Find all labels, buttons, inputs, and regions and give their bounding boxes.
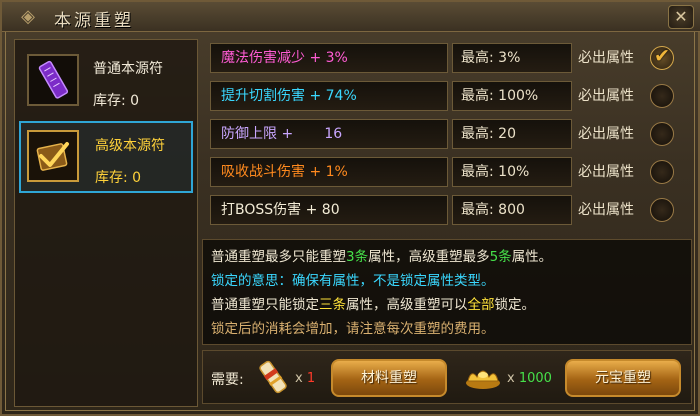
item-stock-label: 库存:	[93, 93, 126, 109]
window-title: 本源重塑	[54, 11, 134, 31]
attribute-tag: 必出属性	[578, 88, 634, 104]
attribute-name: 防御上限 + 16	[210, 119, 448, 149]
attribute-tag: 必出属性	[578, 202, 634, 218]
lock-checkbox[interactable]	[650, 160, 674, 184]
lock-checkbox[interactable]	[650, 122, 674, 146]
checkmark-icon: ✔	[654, 45, 670, 67]
ingot-quantity: x 1000	[507, 371, 552, 386]
item-card-advanced[interactable]: 高级本源符 库存: 0	[19, 121, 193, 193]
item-stock: 库存: 0	[93, 90, 139, 110]
info-line: 普通重塑最多只能重塑3条属性，高级重塑最多5条属性。	[211, 249, 553, 265]
scroll-material-icon	[257, 357, 289, 397]
attribute-tag: 必出属性	[578, 164, 634, 180]
info-line: 普通重塑只能锁定三条属性，高级重塑可以全部锁定。	[211, 297, 535, 313]
attribute-row: 打BOSS伤害 + 80 最高: 800 必出属性	[202, 191, 682, 229]
purple-talisman-icon	[27, 54, 79, 106]
item-stock-label: 库存:	[95, 170, 128, 186]
dragon-ornament-icon: ◈	[21, 6, 35, 27]
need-label: 需要:	[211, 372, 244, 388]
item-stock-value: 0	[132, 170, 142, 186]
attribute-row: 防御上限 + 16 最高: 20 必出属性	[202, 115, 682, 153]
item-card-normal[interactable]: 普通本源符 库存: 0	[19, 46, 193, 118]
attribute-row: 吸收战斗伤害 + 1% 最高: 10% 必出属性	[202, 153, 682, 191]
attribute-max: 最高: 3%	[452, 43, 572, 73]
info-line: 锁定后的消耗会增加，请注意每次重塑的费用。	[211, 321, 495, 337]
attribute-row: 提升切割伤害 + 74% 最高: 100% 必出属性	[202, 77, 682, 115]
attribute-name: 吸收战斗伤害 + 1%	[210, 157, 448, 187]
attribute-row: 魔法伤害减少 + 3% 最高: 3% 必出属性 ✔	[202, 39, 682, 77]
item-stock: 库存: 0	[95, 167, 141, 187]
attribute-name: 提升切割伤害 + 74%	[210, 81, 448, 111]
attribute-list: 魔法伤害减少 + 3% 最高: 3% 必出属性 ✔ 提升切割伤害 + 74% 最…	[202, 39, 692, 234]
gold-talisman-icon	[27, 130, 79, 182]
material-reshape-button[interactable]: 材料重塑	[331, 359, 447, 397]
reshape-window: ◈ 本源重塑 ✕ 普通本源符 库存: 0 高级本源符 库存: 0 魔法伤害减少 …	[0, 0, 700, 416]
attribute-tag: 必出属性	[578, 126, 634, 142]
lock-checkbox[interactable]	[650, 198, 674, 222]
gold-ingot-icon	[463, 363, 503, 391]
item-name: 普通本源符	[93, 61, 163, 77]
lock-checkbox[interactable]	[650, 84, 674, 108]
close-button[interactable]: ✕	[668, 5, 694, 29]
attribute-max: 最高: 10%	[452, 157, 572, 187]
info-line: 锁定的意思：确保有属性，不是锁定属性类型。	[211, 273, 495, 289]
item-stock-value: 0	[130, 93, 140, 109]
attribute-max: 最高: 20	[452, 119, 572, 149]
attribute-name: 魔法伤害减少 + 3%	[210, 43, 448, 73]
yuanbao-reshape-button[interactable]: 元宝重塑	[565, 359, 681, 397]
cost-bar: 需要: x 1 材料重塑 x 1000 元宝重塑	[202, 350, 692, 404]
lock-checkbox[interactable]: ✔	[650, 45, 674, 70]
attribute-max: 最高: 100%	[452, 81, 572, 111]
attribute-max: 最高: 800	[452, 195, 572, 225]
item-name: 高级本源符	[95, 138, 165, 154]
item-list-panel: 普通本源符 库存: 0 高级本源符 库存: 0	[14, 39, 198, 407]
info-panel: 普通重塑最多只能重塑3条属性，高级重塑最多5条属性。 锁定的意思：确保有属性，不…	[202, 239, 692, 345]
material-quantity: x 1	[295, 371, 316, 386]
title-bar: ◈ 本源重塑 ✕	[2, 2, 700, 32]
attribute-tag: 必出属性	[578, 50, 634, 66]
attribute-name: 打BOSS伤害 + 80	[210, 195, 448, 225]
